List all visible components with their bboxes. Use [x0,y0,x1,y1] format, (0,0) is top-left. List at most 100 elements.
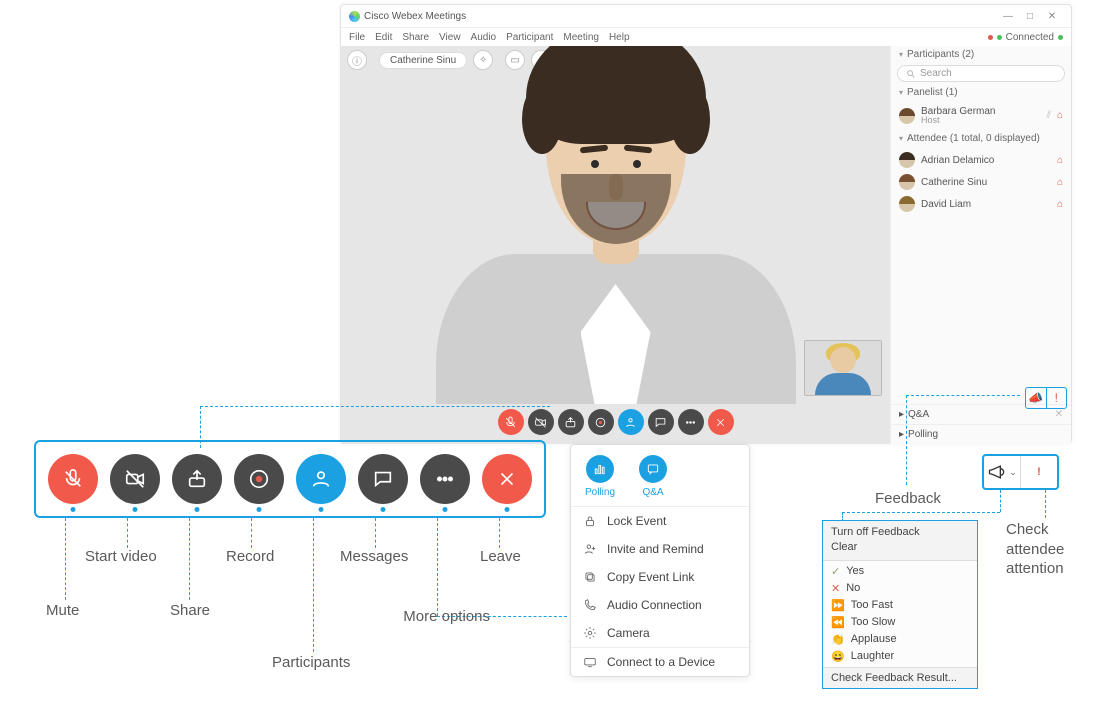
close-button[interactable]: ✕ [1041,11,1063,22]
title-bar: Cisco Webex Meetings — □ ✕ [341,5,1071,28]
feedback-slow[interactable]: ⏪Too Slow [823,614,977,631]
invite-icon [583,542,597,556]
close-icon[interactable]: ✕ [1055,409,1063,420]
chat-button-large[interactable] [358,454,408,504]
participants-button-large[interactable] [296,454,346,504]
video-area: ⓘ Catherine Sinu ✧ ▭ ⤢ [341,46,891,444]
feedback-turn-off[interactable]: Turn off Feedback [831,525,969,540]
self-view[interactable] [804,340,882,396]
video-button-large[interactable] [110,454,160,504]
attendee-row[interactable]: Adrian Delamico⌂ [897,149,1065,171]
feedback-megaphone-button[interactable]: ⌄ [984,456,1020,488]
avatar-icon [899,152,915,168]
mute-button[interactable] [498,409,524,435]
fast-icon: ⏩ [831,599,845,612]
more-qa[interactable]: Q&A [639,455,667,498]
more-invite[interactable]: Invite and Remind [571,535,749,563]
menu-participant[interactable]: Participant [506,32,553,43]
share-button[interactable] [558,409,584,435]
megaphone-icon[interactable]: 📣 [1026,388,1046,408]
feedback-applause[interactable]: 👏Applause [823,631,977,648]
more-button[interactable] [678,409,704,435]
megaphone-icon [987,462,1007,482]
status-dot-green2-icon [1058,35,1063,40]
mute-icon: ⌂ [1057,155,1063,166]
annotation-connector [251,518,252,548]
polling-accordion[interactable]: ▸Polling [891,424,1071,444]
attention-label: Check attendee attention [1006,520,1064,579]
more-connect-device[interactable]: Connect to a Device [571,647,749,676]
minimize-button[interactable]: — [997,11,1019,22]
more-button-large[interactable] [420,454,470,504]
mute-icon: ⌂ [1057,110,1063,121]
status-dot-red-icon [988,35,993,40]
avatar-icon [899,174,915,190]
feedback-laughter[interactable]: 😄Laughter [823,648,977,665]
video-button[interactable] [528,409,554,435]
search-participants[interactable]: Search [897,65,1065,82]
layout-button[interactable]: ▭ [505,50,525,70]
label-more-options: More options [390,608,490,625]
leave-button[interactable] [708,409,734,435]
panelist-section[interactable]: ▾Panelist (1) [891,84,1071,101]
attention-icon[interactable]: ! [1046,388,1067,408]
label-share: Share [170,602,210,619]
status-dot-green-icon [997,35,1002,40]
device-icon [583,655,597,669]
menu-file[interactable]: File [349,32,365,43]
feedback-check-results[interactable]: Check Feedback Result... [823,667,977,688]
participants-button[interactable] [618,409,644,435]
share-button-large[interactable] [172,454,222,504]
pin-button[interactable]: ✧ [473,50,493,70]
qa-icon [639,455,667,483]
info-button[interactable]: ⓘ [347,50,367,70]
more-audio[interactable]: Audio Connection [571,591,749,619]
feedback-no[interactable]: ✕No [823,580,977,597]
more-lock-event[interactable]: Lock Event [571,507,749,535]
more-copy-link[interactable]: Copy Event Link [571,563,749,591]
annotation-connector [313,518,314,652]
annotation-connector [906,395,1020,396]
participants-header[interactable]: ▾Participants (2) [891,46,1071,63]
leave-button-large[interactable] [482,454,532,504]
panelist-row[interactable]: Barbara GermanHost ⫽ ⌂ [897,103,1065,128]
feedback-bar-small[interactable]: 📣 ! [1025,387,1067,409]
annotation-connector [65,518,66,600]
signal-icon: ⫽ [1046,110,1050,121]
more-camera[interactable]: Camera [571,619,749,647]
menu-edit[interactable]: Edit [375,32,392,43]
avatar-icon [899,196,915,212]
feedback-yes[interactable]: ✓Yes [823,563,977,580]
laughter-icon: 😄 [831,650,845,663]
attendee-row[interactable]: Catherine Sinu⌂ [897,171,1065,193]
maximize-button[interactable]: □ [1019,11,1041,22]
record-button[interactable] [588,409,614,435]
label-leave: Leave [480,548,521,565]
annotation-connector [499,518,500,548]
webex-logo-icon [349,11,360,22]
menu-share[interactable]: Share [402,32,429,43]
attention-button[interactable]: ! [1020,456,1057,488]
slow-icon: ⏪ [831,616,845,629]
annotation-connector [1045,490,1046,518]
copy-icon [583,570,597,584]
chat-button[interactable] [648,409,674,435]
menu-help[interactable]: Help [609,32,630,43]
feedback-label: Feedback [875,490,941,507]
label-mute: Mute [46,602,79,619]
mute-button-large[interactable] [48,454,98,504]
toolbar-callout [34,440,546,518]
more-polling[interactable]: Polling [585,455,615,498]
menu-view[interactable]: View [439,32,461,43]
attendee-section[interactable]: ▾Attendee (1 total, 0 displayed) [891,130,1071,147]
feedback-fast[interactable]: ⏩Too Fast [823,597,977,614]
annotation-connector [842,512,1000,513]
record-button-large[interactable] [234,454,284,504]
menu-meeting[interactable]: Meeting [563,32,599,43]
feedback-clear[interactable]: Clear [831,540,969,555]
annotation-connector [375,518,376,548]
menu-audio[interactable]: Audio [471,32,497,43]
mute-icon: ⌂ [1057,177,1063,188]
x-icon: ✕ [831,582,840,595]
attendee-row[interactable]: David Liam⌂ [897,193,1065,215]
